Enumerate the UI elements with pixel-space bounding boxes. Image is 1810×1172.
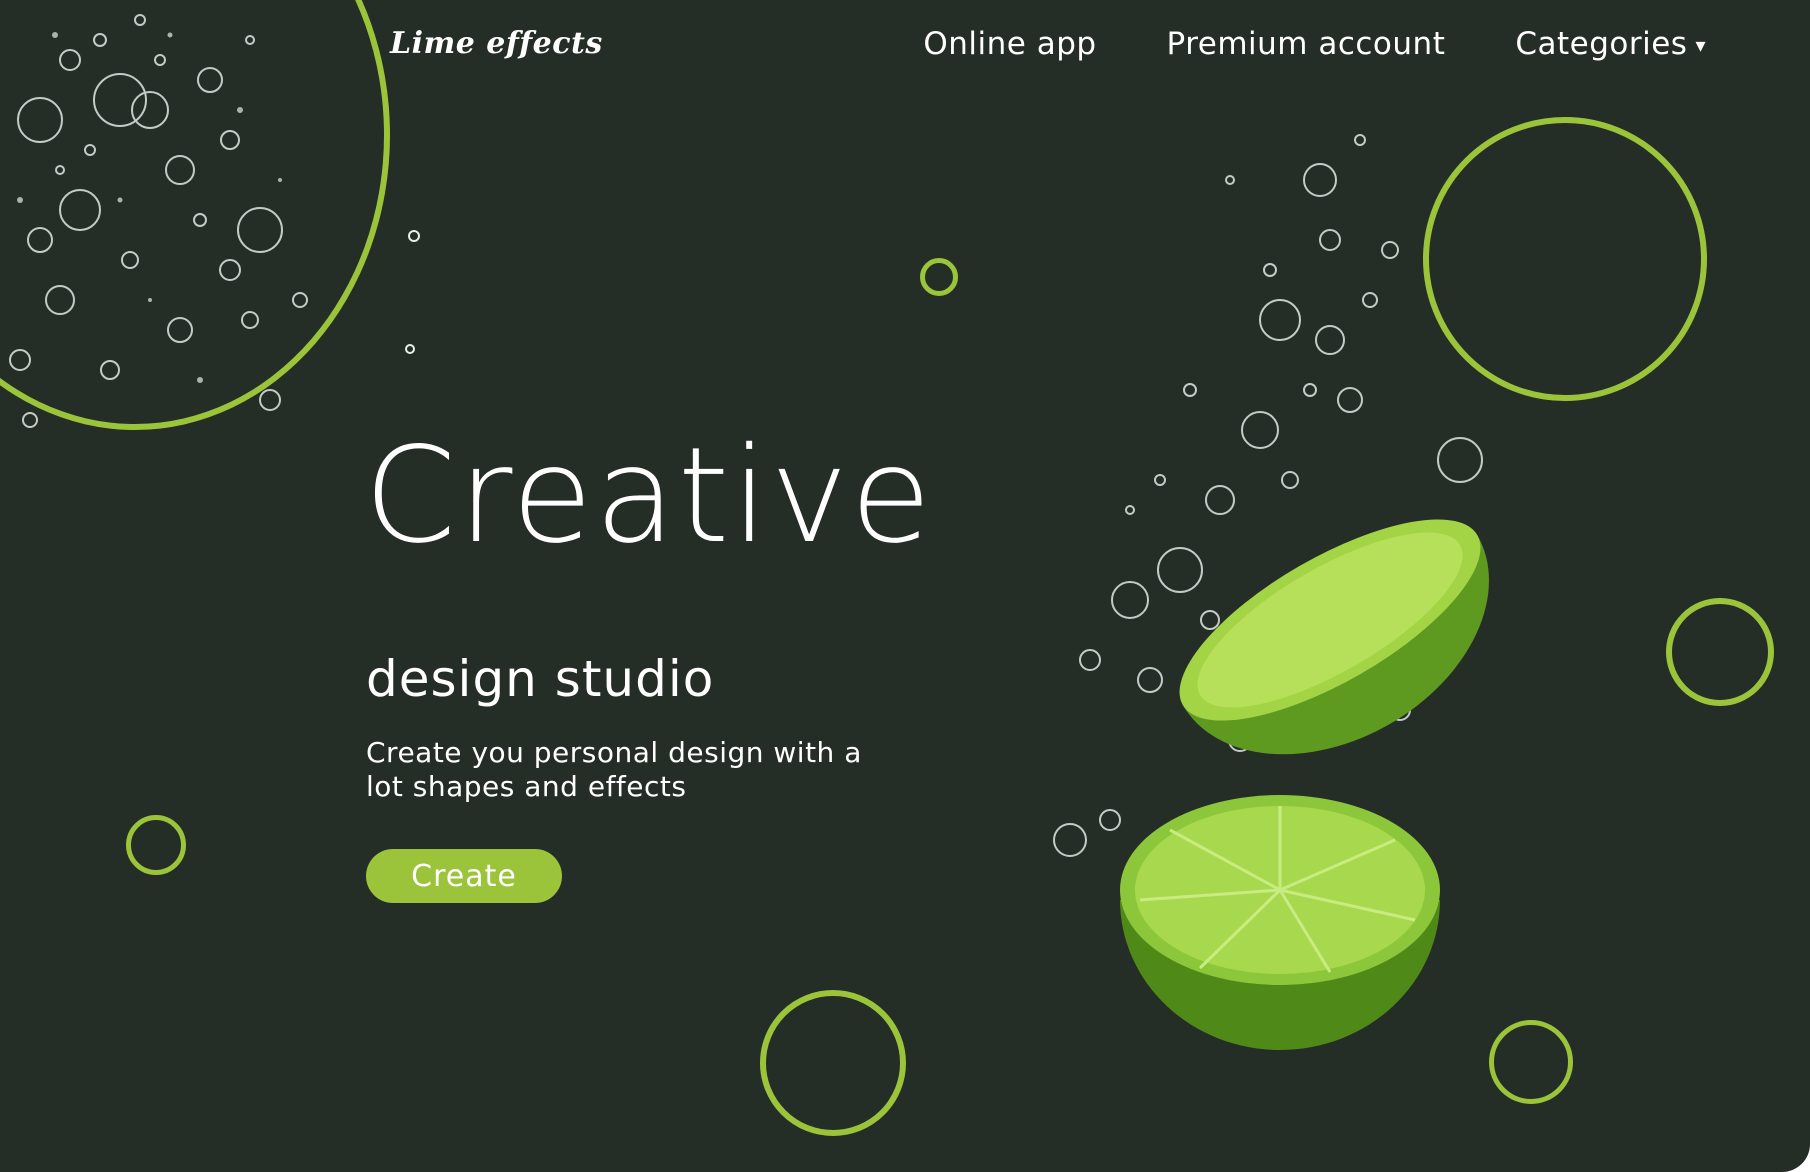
decorative-ring-topright [1423, 117, 1707, 401]
create-button[interactable]: Create [366, 849, 562, 903]
nav-item-premium-account[interactable]: Premium account [1167, 26, 1446, 62]
nav-item-categories[interactable]: Categories ▾ [1515, 26, 1706, 62]
hero-title: Creative [364, 419, 934, 573]
decorative-dot [405, 344, 415, 354]
decorative-ring-small-center [920, 258, 958, 296]
landing-page: Lime effects Online app Premium account … [0, 0, 1810, 1172]
nav-item-online-app[interactable]: Online app [923, 26, 1096, 62]
decorative-ring-left [126, 815, 186, 875]
hero-subtitle: design studio [366, 650, 715, 708]
decorative-dot [408, 230, 420, 242]
main-nav: Online app Premium account Categories ▾ [923, 26, 1706, 62]
decorative-ring-bottom-center [760, 990, 906, 1136]
brand-logo[interactable]: Lime effects [390, 26, 603, 61]
decorative-ring-bottom-right [1489, 1020, 1573, 1104]
nav-item-categories-label: Categories [1515, 26, 1688, 62]
hero-description: Create you personal design with a lot sh… [366, 736, 862, 803]
decorative-ring-right [1666, 598, 1774, 706]
chevron-down-icon: ▾ [1695, 33, 1706, 57]
